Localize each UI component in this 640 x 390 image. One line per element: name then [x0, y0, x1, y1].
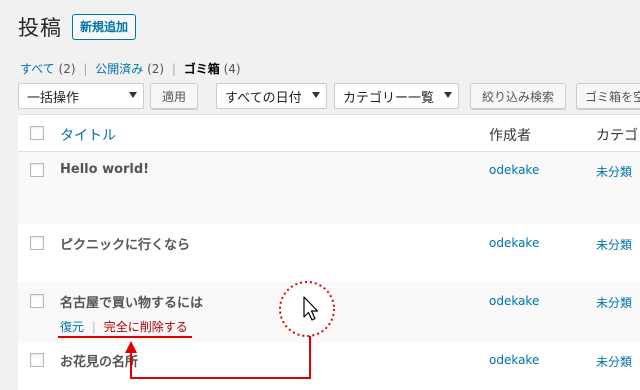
row-actions: 復元 | 完全に削除する: [60, 318, 188, 335]
row-checkbox[interactable]: [30, 353, 44, 367]
chevron-down-icon: [129, 92, 137, 98]
view-trash-count: (4): [223, 62, 241, 76]
tablenav: 一括操作 適用 すべての日付 カテゴリー一覧 絞り込み検索 ゴミ箱を空: [18, 83, 640, 111]
view-all-label: すべて: [20, 62, 55, 76]
post-title: お花見の名所: [60, 355, 139, 370]
post-category[interactable]: 未分類: [596, 294, 632, 311]
chevron-down-icon: [444, 92, 452, 98]
chevron-down-icon: [312, 92, 320, 98]
row-checkbox[interactable]: [30, 236, 44, 250]
category-filter-select[interactable]: カテゴリー一覧: [334, 83, 459, 109]
view-published-count: (2): [147, 62, 165, 76]
post-author[interactable]: odekake: [489, 294, 539, 308]
table-row: ピクニックに行くなら odekake 未分類: [18, 224, 640, 282]
category-filter-value: カテゴリー一覧: [343, 90, 435, 106]
post-category[interactable]: 未分類: [596, 353, 632, 370]
view-separator: |: [171, 62, 176, 76]
row-checkbox[interactable]: [30, 294, 44, 308]
post-title: ピクニックに行くなら: [60, 238, 191, 253]
date-filter-value: すべての日付: [225, 90, 302, 106]
view-published-link[interactable]: 公開済み: [95, 62, 143, 76]
select-all-checkbox[interactable]: [30, 126, 44, 140]
post-author[interactable]: odekake: [489, 353, 539, 367]
table-row: Hello world! odekake 未分類: [18, 152, 640, 224]
posts-table: タイトル 作成者 カテゴ Hello world! odekake 未分類 ピク…: [18, 114, 640, 390]
bulk-action-select[interactable]: 一括操作: [18, 83, 144, 109]
add-new-button[interactable]: 新規追加: [72, 14, 137, 40]
filter-button[interactable]: 絞り込み検索: [470, 83, 566, 109]
bulk-action-value: 一括操作: [27, 90, 80, 106]
table-header: タイトル 作成者 カテゴ: [18, 115, 640, 152]
post-category[interactable]: 未分類: [596, 236, 632, 253]
page-header: 投稿 新規追加: [18, 12, 137, 42]
table-row: 名古屋で買い物するには odekake 未分類 復元 | 完全に削除する: [18, 282, 640, 343]
post-category[interactable]: 未分類: [596, 163, 632, 180]
view-all-count: (2): [58, 62, 76, 76]
empty-trash-button[interactable]: ゴミ箱を空: [576, 83, 640, 109]
post-title: 名古屋で買い物するには: [60, 296, 204, 311]
view-trash-current[interactable]: ゴミ箱: [184, 62, 220, 76]
post-title: Hello world!: [60, 162, 150, 177]
post-author[interactable]: odekake: [489, 236, 539, 250]
delete-permanently-link[interactable]: 完全に削除する: [104, 320, 188, 334]
apply-button[interactable]: 適用: [150, 83, 198, 109]
table-row: お花見の名所 odekake 未分類: [18, 343, 640, 390]
column-category: カテゴ: [596, 128, 638, 144]
row-checkbox[interactable]: [30, 163, 44, 177]
column-title[interactable]: タイトル: [60, 125, 116, 145]
post-author[interactable]: odekake: [489, 163, 539, 177]
restore-link[interactable]: 復元: [60, 320, 84, 334]
row-actions-separator: |: [91, 320, 96, 334]
status-views: すべて (2) | 公開済み (2) | ゴミ箱 (4): [20, 60, 241, 77]
view-all-link[interactable]: すべて: [20, 62, 55, 76]
view-separator: |: [83, 62, 88, 76]
view-published-label: 公開済み: [95, 62, 144, 76]
posts-trash-page: 投稿 新規追加 すべて (2) | 公開済み (2) | ゴミ箱 (4) 一括操…: [0, 0, 640, 390]
page-title: 投稿: [18, 16, 62, 40]
column-author: 作成者: [489, 128, 531, 144]
date-filter-select[interactable]: すべての日付: [216, 83, 327, 109]
